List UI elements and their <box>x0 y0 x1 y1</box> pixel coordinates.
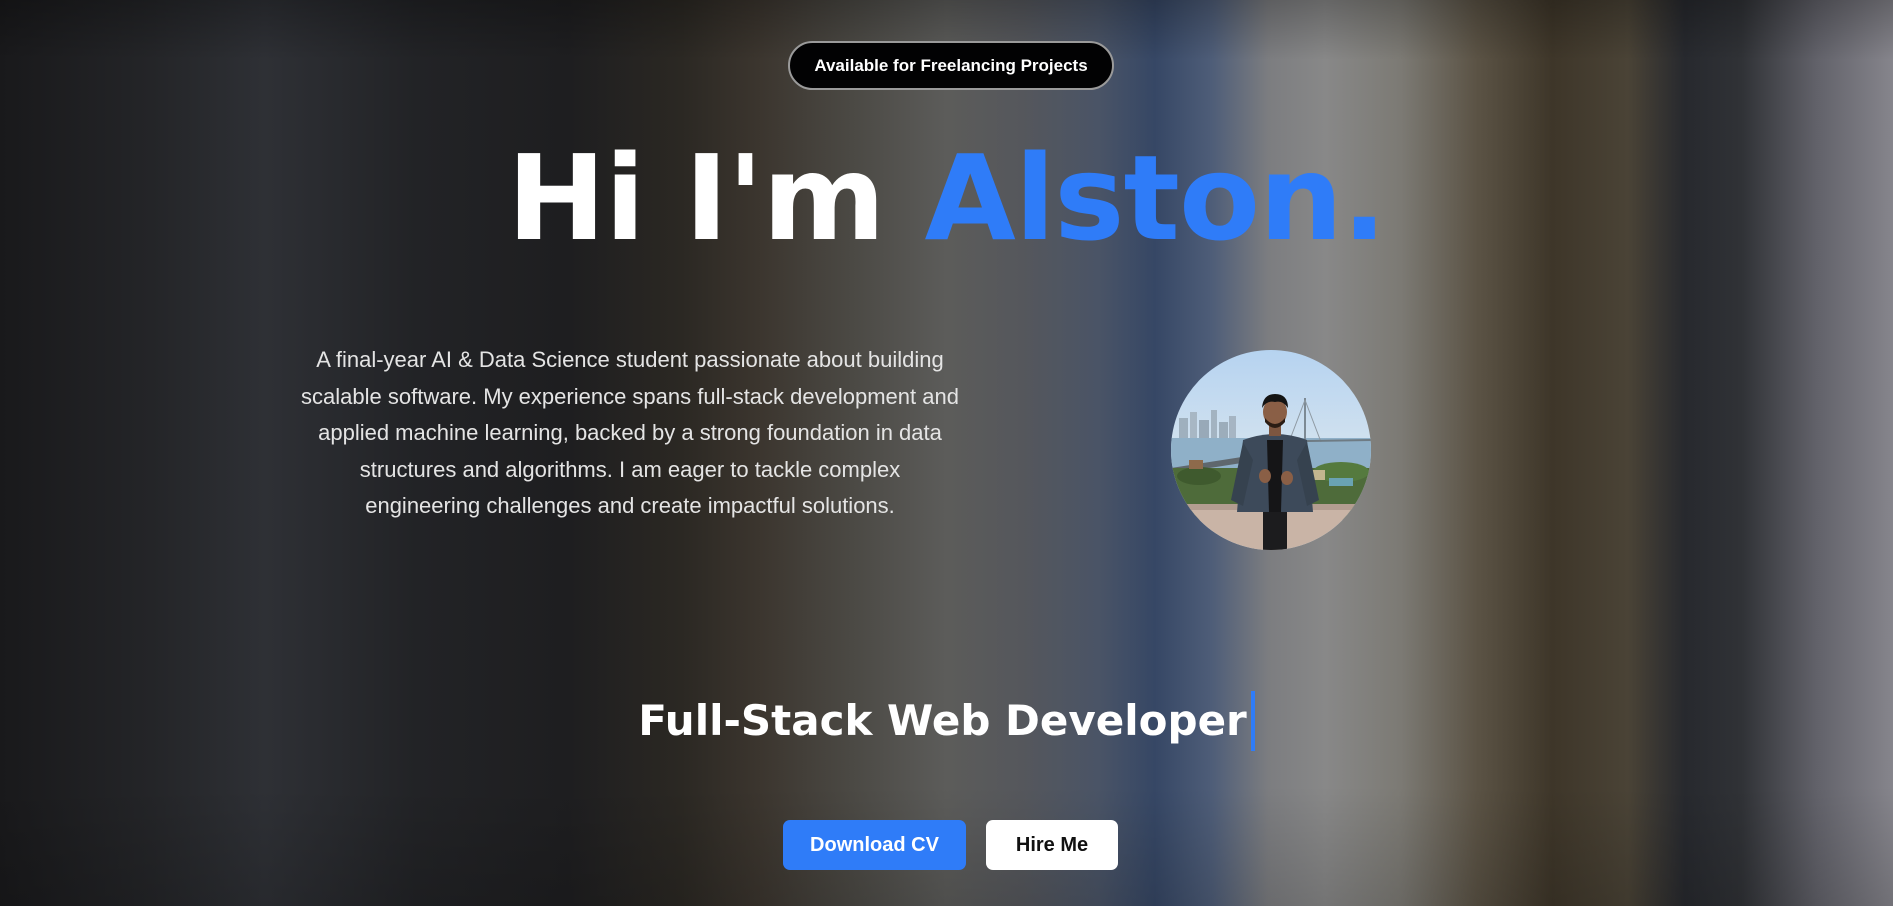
download-cv-button[interactable]: Download CV <box>783 820 966 870</box>
hire-me-label: Hire Me <box>1015 833 1089 856</box>
hero-section: Available for Freelancing Projects Hi I'… <box>0 0 1893 906</box>
hero-greeting: Hi I'm <box>507 129 885 267</box>
freelance-availability-label: Available for Freelancing Projects <box>814 55 1088 75</box>
profile-photo <box>1171 350 1371 550</box>
hire-me-button[interactable]: Hire Me <box>986 820 1118 870</box>
hero-name: Alston. <box>924 129 1387 267</box>
download-cv-label: Download CV <box>810 833 939 856</box>
role-text: Full-Stack Web Developer <box>638 695 1247 745</box>
hero-title: Hi I'm Alston. <box>0 128 1893 268</box>
role-typewriter: Full-Stack Web Developer <box>0 690 1893 751</box>
profile-photo-illustration <box>1171 350 1371 550</box>
freelance-availability-badge[interactable]: Available for Freelancing Projects <box>788 41 1114 90</box>
bio-paragraph: A final-year AI & Data Science student p… <box>301 347 959 518</box>
typing-cursor <box>1250 690 1255 751</box>
